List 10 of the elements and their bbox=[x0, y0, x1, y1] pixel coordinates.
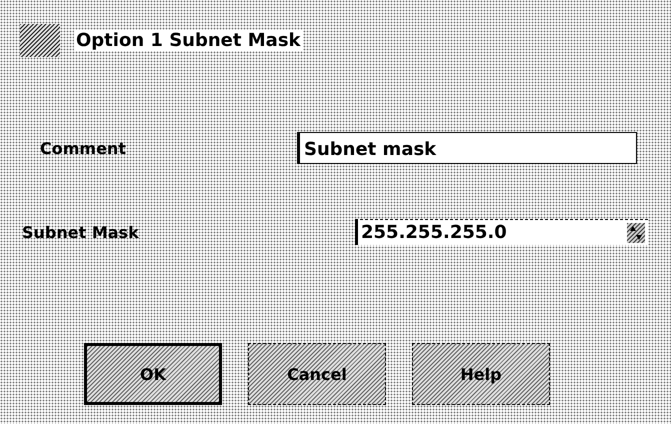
field-label: Subnet Mask bbox=[22, 222, 140, 242]
field-label: Comment bbox=[40, 138, 127, 158]
comment-field[interactable]: Subnet mask bbox=[297, 132, 637, 164]
dialog-button[interactable]: Help bbox=[412, 343, 550, 405]
subnet-mask-spinbox[interactable]: 255.255.255.0 bbox=[355, 219, 648, 245]
dialog-button[interactable]: OK bbox=[84, 343, 222, 405]
window-title: Option 1 Subnet Mask bbox=[74, 30, 302, 50]
dialog-button[interactable]: Cancel bbox=[248, 343, 386, 405]
system-menu-icon[interactable] bbox=[20, 24, 60, 56]
spin-arrows-icon[interactable] bbox=[627, 222, 645, 242]
